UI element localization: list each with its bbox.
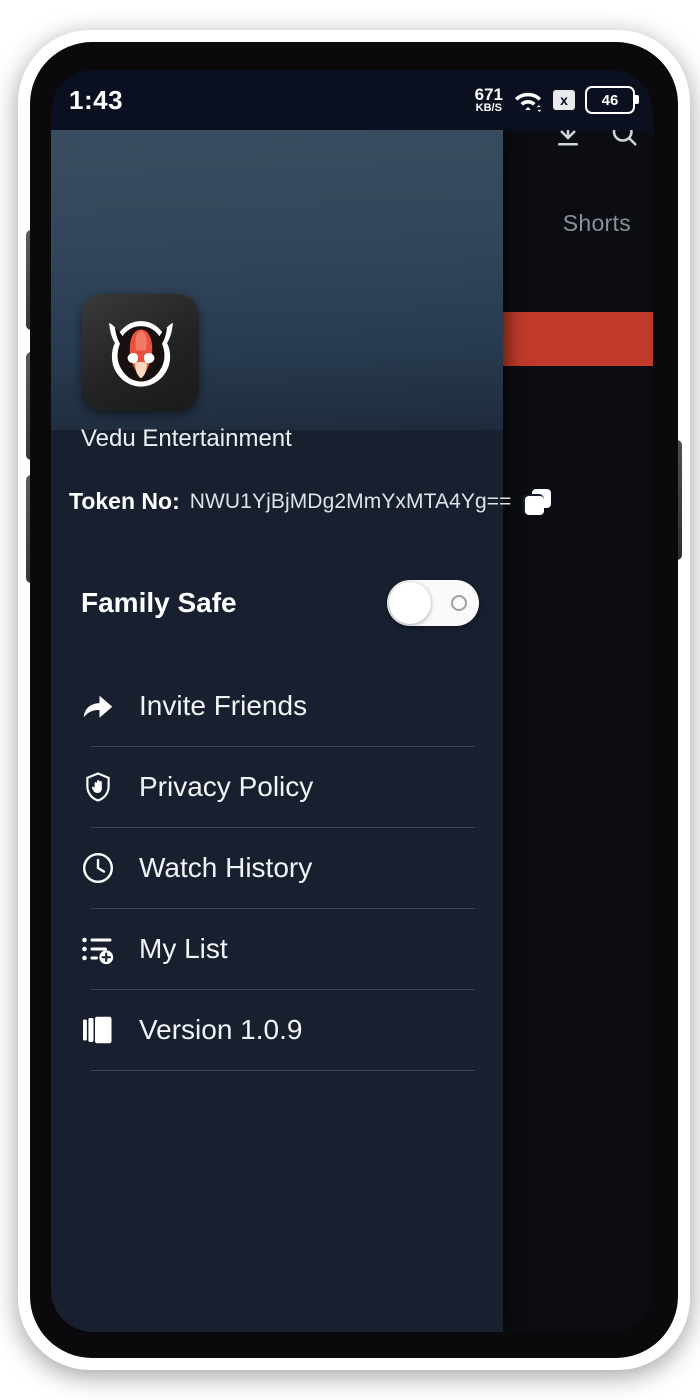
menu-divider <box>91 1070 475 1071</box>
toggle-off-indicator <box>451 595 467 611</box>
x-icon: x <box>553 90 575 110</box>
wifi-icon <box>513 87 543 113</box>
phone-device-frame: Shorts tps://t.me/ HD PUNJABI <box>18 30 690 1370</box>
menu-item-watch-history[interactable]: Watch History <box>69 828 503 908</box>
token-value: NWU1YjBjMDg2MmYxMTA4Yg== <box>189 489 512 513</box>
menu-item-label: Version 1.0.9 <box>139 1014 303 1045</box>
network-speed-indicator: 671 KB/S <box>475 86 503 114</box>
token-label: Token No: <box>69 488 180 514</box>
toggle-knob <box>389 582 431 624</box>
status-bar-right: 671 KB/S x 46 <box>475 86 639 114</box>
vedu-mask-logo-icon <box>108 320 173 387</box>
battery-level: 46 <box>601 91 619 109</box>
shield-hand-icon <box>77 766 119 808</box>
menu-item-invite-friends[interactable]: Invite Friends <box>69 666 503 746</box>
menu-item-privacy-policy[interactable]: Privacy Policy <box>69 747 503 827</box>
menu-item-label: Invite Friends <box>139 690 308 721</box>
phone-bezel: Shorts tps://t.me/ HD PUNJABI <box>30 42 678 1358</box>
menu-item-label: Watch History <box>139 852 313 883</box>
status-bar-clock: 1:43 <box>69 84 124 115</box>
clock-icon <box>77 847 119 889</box>
playlist-add-icon <box>77 928 119 970</box>
menu-item-label: Privacy Policy <box>139 771 314 802</box>
family-safe-row: Family Safe <box>81 580 479 626</box>
token-row: Token No: NWU1YjBjMDg2MmYxMTA4Yg== <box>69 488 552 515</box>
status-bar: 1:43 671 KB/S x 46 <box>51 70 653 130</box>
tab-shorts[interactable]: Shorts <box>563 210 631 237</box>
network-speed-value: 671 <box>474 85 503 104</box>
copy-icon-front <box>525 495 545 515</box>
family-safe-label: Family Safe <box>81 587 237 618</box>
app-name: Vedu Entertainment <box>81 425 292 452</box>
family-safe-toggle[interactable] <box>387 580 479 626</box>
menu-item-version[interactable]: Version 1.0.9 <box>69 990 503 1070</box>
app-logo <box>82 294 199 411</box>
menu-item-my-list[interactable]: My List <box>69 909 503 989</box>
copy-icon[interactable] <box>525 488 552 515</box>
phone-screen: Shorts tps://t.me/ HD PUNJABI <box>51 70 653 1332</box>
screenshot-root: Shorts tps://t.me/ HD PUNJABI <box>0 0 700 1400</box>
menu-item-label: My List <box>139 933 228 964</box>
navigation-drawer: Vedu Entertainment Token No: NWU1YjBjMDg… <box>51 130 552 1332</box>
share-arrow-icon <box>77 685 119 727</box>
battery-indicator: 46 <box>585 86 639 114</box>
library-books-icon <box>77 1009 119 1051</box>
drawer-menu: Invite Friends Privacy Policy Watch Hist… <box>69 666 503 1071</box>
network-speed-unit: KB/S <box>475 102 502 114</box>
